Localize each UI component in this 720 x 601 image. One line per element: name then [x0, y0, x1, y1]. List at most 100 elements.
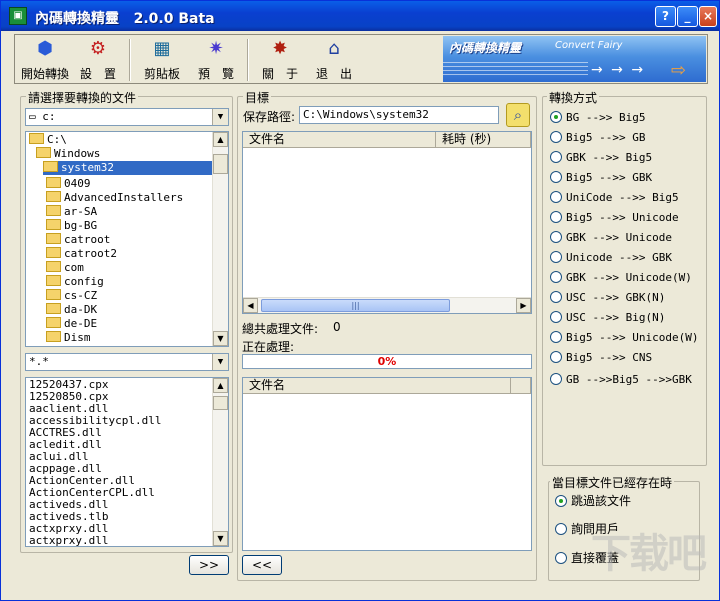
- file-filter-select[interactable]: *.* ▼: [25, 353, 229, 371]
- add-files-button[interactable]: >>: [189, 555, 229, 575]
- tree-item[interactable]: cs-CZ: [46, 289, 97, 303]
- help-button[interactable]: ?: [655, 6, 676, 27]
- scrollbar-thumb[interactable]: |||: [261, 299, 450, 312]
- tree-item[interactable]: config: [46, 275, 104, 289]
- radio-button[interactable]: [550, 191, 562, 203]
- folder-icon: [46, 247, 61, 258]
- scroll-right-icon[interactable]: ▶: [516, 298, 531, 313]
- radio-button[interactable]: [550, 111, 562, 123]
- radio-button[interactable]: [550, 211, 562, 223]
- target-title: 目標: [243, 89, 272, 106]
- radio-button[interactable]: [555, 523, 567, 535]
- toolbar-exit-button[interactable]: ⌂ 退 出: [311, 37, 357, 83]
- folder-tree[interactable]: C:\ Windows system32 0409 AdvancedInstal…: [25, 131, 229, 347]
- processing-label: 正在處理:: [242, 340, 295, 354]
- preview-icon: ✷: [208, 38, 224, 59]
- radio-button[interactable]: [550, 251, 562, 263]
- folder-icon: [46, 233, 61, 244]
- tree-item[interactable]: catroot2: [46, 247, 117, 261]
- radio-option[interactable]: Big5 -->> CNS: [550, 351, 652, 365]
- folder-icon: [46, 177, 61, 188]
- scrollbar-thumb[interactable]: [213, 396, 228, 410]
- close-button[interactable]: ×: [699, 6, 717, 27]
- radio-option[interactable]: BG -->> Big5: [550, 111, 645, 125]
- folder-icon: [46, 317, 61, 328]
- radio-button[interactable]: [550, 291, 562, 303]
- scroll-up-icon[interactable]: ▲: [213, 132, 228, 147]
- watermark: 下载吧: [591, 531, 707, 577]
- tree-item[interactable]: de-DE: [46, 317, 97, 331]
- radio-button[interactable]: [550, 151, 562, 163]
- tree-item[interactable]: da-DK: [46, 303, 97, 317]
- tree-item[interactable]: com: [46, 261, 84, 275]
- toolbar-about-button[interactable]: ✸ 關 于: [257, 37, 303, 83]
- search-icon: ⌕: [513, 106, 523, 124]
- radio-option[interactable]: GBK -->> Big5: [550, 151, 652, 165]
- toolbar-convert-button[interactable]: ⬢ 開始轉換: [19, 37, 71, 83]
- radio-option[interactable]: GB -->>Big5 -->>GBK: [550, 373, 692, 387]
- horizontal-scrollbar[interactable]: ◀ ||| ▶: [243, 297, 531, 313]
- toolbar-clipboard-button[interactable]: ▦ 剪貼板: [141, 37, 183, 83]
- radio-button[interactable]: [550, 373, 562, 385]
- radio-button[interactable]: [555, 552, 567, 564]
- tree-item[interactable]: C:\: [29, 133, 67, 147]
- tree-item[interactable]: ar-SA: [46, 205, 97, 219]
- total-files-label: 總共處理文件:: [242, 322, 319, 336]
- remove-files-button[interactable]: <<: [242, 555, 282, 575]
- scroll-left-icon[interactable]: ◀: [243, 298, 258, 313]
- chevron-down-icon[interactable]: ▼: [212, 354, 228, 370]
- folder-icon: [46, 303, 61, 314]
- tree-item[interactable]: Windows: [36, 147, 100, 161]
- drive-select[interactable]: ▭ c: ▼: [25, 108, 229, 126]
- column-header-filename[interactable]: 文件名: [243, 378, 511, 394]
- minimize-button[interactable]: _: [677, 6, 698, 27]
- toolbar-settings-button[interactable]: ⚙ 設 置: [75, 37, 121, 83]
- toolbar-preview-button[interactable]: ✷ 預 覽: [193, 37, 239, 83]
- scroll-up-icon[interactable]: ▲: [213, 378, 228, 393]
- radio-option[interactable]: USC -->> Big(N): [550, 311, 665, 325]
- column-header-time[interactable]: 耗時 (秒): [436, 132, 531, 148]
- tree-item-selected[interactable]: system32: [43, 161, 213, 175]
- scrollbar-thumb[interactable]: [213, 154, 228, 174]
- radio-button[interactable]: [550, 331, 562, 343]
- file-exists-title: 當目標文件已經存在時: [550, 474, 675, 491]
- progress-text: 0%: [377, 355, 397, 368]
- radio-option[interactable]: Big5 -->> Unicode: [550, 211, 679, 225]
- radio-option[interactable]: Big5 -->> GBK: [550, 171, 652, 185]
- radio-option[interactable]: GBK -->> Unicode: [550, 231, 672, 245]
- radio-button[interactable]: [550, 311, 562, 323]
- list-item[interactable]: actxprxy.dll: [29, 535, 108, 547]
- file-list-scrollbar[interactable]: ▲ ▼: [212, 378, 228, 546]
- scroll-down-icon[interactable]: ▼: [213, 331, 228, 346]
- radio-button[interactable]: [550, 271, 562, 283]
- column-header-filename[interactable]: 文件名: [243, 132, 436, 148]
- radio-option[interactable]: UniCode -->> Big5: [550, 191, 679, 205]
- tree-item[interactable]: bg-BG: [46, 219, 97, 233]
- save-path-input[interactable]: C:\Windows\system32: [299, 106, 499, 124]
- output-file-table[interactable]: 文件名 耗時 (秒) ◀ ||| ▶: [242, 131, 532, 314]
- title-bar[interactable]: ▣ 內碼轉換精靈 2.0.0 Bata ? _ ×: [1, 1, 719, 31]
- chevron-down-icon[interactable]: ▼: [212, 109, 228, 125]
- radio-option[interactable]: GBK -->> Unicode(W): [550, 271, 692, 285]
- radio-option[interactable]: USC -->> GBK(N): [550, 291, 665, 305]
- radio-button[interactable]: [550, 131, 562, 143]
- radio-button[interactable]: [550, 171, 562, 183]
- scroll-down-icon[interactable]: ▼: [213, 531, 228, 546]
- radio-option[interactable]: Big5 -->> Unicode(W): [550, 331, 698, 345]
- folder-icon: [46, 205, 61, 216]
- radio-option[interactable]: Big5 -->> GB: [550, 131, 645, 145]
- radio-button[interactable]: [550, 231, 562, 243]
- file-list[interactable]: 12520437.cpx 12520850.cpx aaclient.dll a…: [25, 377, 229, 547]
- radio-option-skip[interactable]: 跳過該文件: [555, 494, 631, 508]
- app-icon: ▣: [9, 7, 27, 25]
- radio-option[interactable]: Unicode -->> GBK: [550, 251, 672, 265]
- radio-button[interactable]: [555, 495, 567, 507]
- tree-scrollbar[interactable]: ▲ ▼: [212, 132, 228, 346]
- tree-item[interactable]: catroot: [46, 233, 110, 247]
- processed-file-list[interactable]: 文件名: [242, 377, 532, 551]
- tree-item[interactable]: AdvancedInstallers: [46, 191, 183, 205]
- radio-button[interactable]: [550, 351, 562, 363]
- tree-item[interactable]: 0409: [46, 177, 91, 191]
- tree-item[interactable]: Dism: [46, 331, 91, 345]
- browse-folder-button[interactable]: ⌕: [506, 103, 530, 127]
